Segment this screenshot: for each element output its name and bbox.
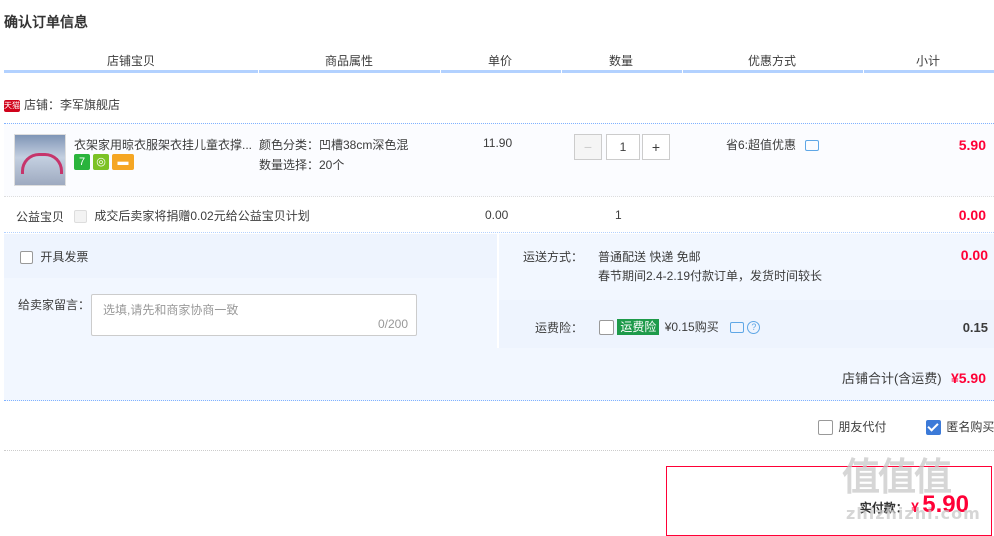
insurance-chat-icon[interactable] (730, 322, 745, 334)
insurance-label: 运费险： (535, 321, 584, 335)
qty-plus-button[interactable]: + (642, 134, 670, 160)
shipping-note: 春节期间2.4-2.19付款订单，发货时间较长 (598, 269, 823, 283)
product-thumbnail[interactable] (14, 134, 66, 186)
insurance-text: ¥0.15购买 (664, 320, 719, 334)
friend-pay-label[interactable]: 朋友代付 (838, 420, 886, 434)
help-icon[interactable]: ? (747, 321, 761, 335)
qty-input[interactable]: 1 (606, 134, 640, 160)
charity-price: 0.00 (485, 208, 509, 222)
discount-text: 省6:超值优惠 (726, 138, 797, 152)
invoice-label[interactable]: 开具发票 (40, 250, 88, 264)
message-counter: 0/200 (377, 317, 408, 331)
shipping-method[interactable]: 普通配送 快递 免邮 (598, 248, 701, 265)
discount-chat-icon[interactable] (805, 140, 820, 152)
shipping-price: 0.00 (960, 247, 988, 263)
item-row: 衣架家用晾衣服架衣挂儿童衣撑... 7 ◎ ▬ 颜色分类：凹槽38cm深色混 数量选… (4, 123, 994, 197)
watermark-logo: 值值值 (842, 455, 952, 499)
guarantee-icon: ◎ (93, 154, 109, 170)
header-shop-item: 店铺宝贝 (107, 54, 156, 68)
header-discount: 优惠方式 (748, 54, 797, 68)
header-attributes: 商品属性 (325, 54, 374, 68)
attr-color: 颜色分类：凹槽38cm深色混 (259, 138, 409, 152)
service-badges: 7 ◎ ▬ (74, 154, 137, 170)
insurance-badge: 运费险 (617, 319, 660, 335)
insurance-checkbox[interactable] (599, 320, 614, 336)
shop-line: 天猫 店铺：李军旗舰店 (4, 96, 120, 113)
friend-pay-checkbox[interactable] (818, 420, 833, 436)
product-title-link[interactable]: 衣架家用晾衣服架衣挂儿童衣撑... (74, 138, 252, 152)
message-label: 给卖家留言： (18, 298, 91, 312)
qty-minus-button[interactable]: − (574, 134, 602, 160)
shop-total-bar: 店铺合计(含运费) ¥5.90 (4, 348, 994, 401)
left-options-panel: 开具发票 给卖家留言： 选填,请先和商家协商一致 0/200 (4, 234, 497, 348)
charity-subtotal: 0.00 (958, 207, 986, 223)
tmall-badge-icon: 天猫 (4, 99, 20, 112)
shop-total-value: ¥5.90 (950, 370, 986, 386)
charity-text: 成交后卖家将捐赠0.02元给公益宝贝计划 (94, 209, 310, 223)
shop-total-label: 店铺合计(含运费) (841, 371, 942, 386)
insurance-price: 0.15 (962, 320, 988, 335)
anonymous-label[interactable]: 匿名购买 (946, 420, 994, 434)
unit-price: 11.90 (483, 136, 513, 150)
watermark-url: zhizhizhi.com (846, 504, 981, 523)
message-textarea[interactable]: 选填,请先和商家协商一致 0/200 (91, 294, 417, 336)
right-options-panel: 运送方式： 普通配送 快递 免邮 春节期间2.4-2.19付款订单，发货时间较长… (499, 234, 994, 348)
charity-row: 公益宝贝 成交后卖家将捐赠0.02元给公益宝贝计划 0.00 1 0.00 (4, 196, 994, 233)
header-subtotal: 小计 (916, 54, 941, 68)
invoice-checkbox[interactable] (20, 251, 33, 265)
credit-card-icon: ▬ (112, 154, 134, 170)
table-header: 店铺宝贝 商品属性 单价 数量 优惠方式 小计 (4, 48, 994, 73)
shop-name[interactable]: 店铺：李军旗舰店 (24, 98, 120, 112)
header-price: 单价 (488, 54, 513, 68)
seven-day-return-icon: 7 (74, 154, 90, 170)
message-placeholder: 选填,请先和商家协商一致 (103, 303, 239, 317)
item-subtotal: 5.90 (958, 137, 986, 153)
charity-label: 公益宝贝 (16, 210, 65, 224)
page-title: 确认订单信息 (4, 14, 88, 30)
header-quantity: 数量 (609, 54, 634, 68)
shipping-label: 运送方式： (523, 250, 584, 264)
charity-checkbox (74, 210, 87, 224)
anonymous-checkbox[interactable] (926, 420, 941, 436)
charity-qty: 1 (615, 208, 622, 222)
attr-quantity: 数量选择：20个 (259, 158, 345, 172)
